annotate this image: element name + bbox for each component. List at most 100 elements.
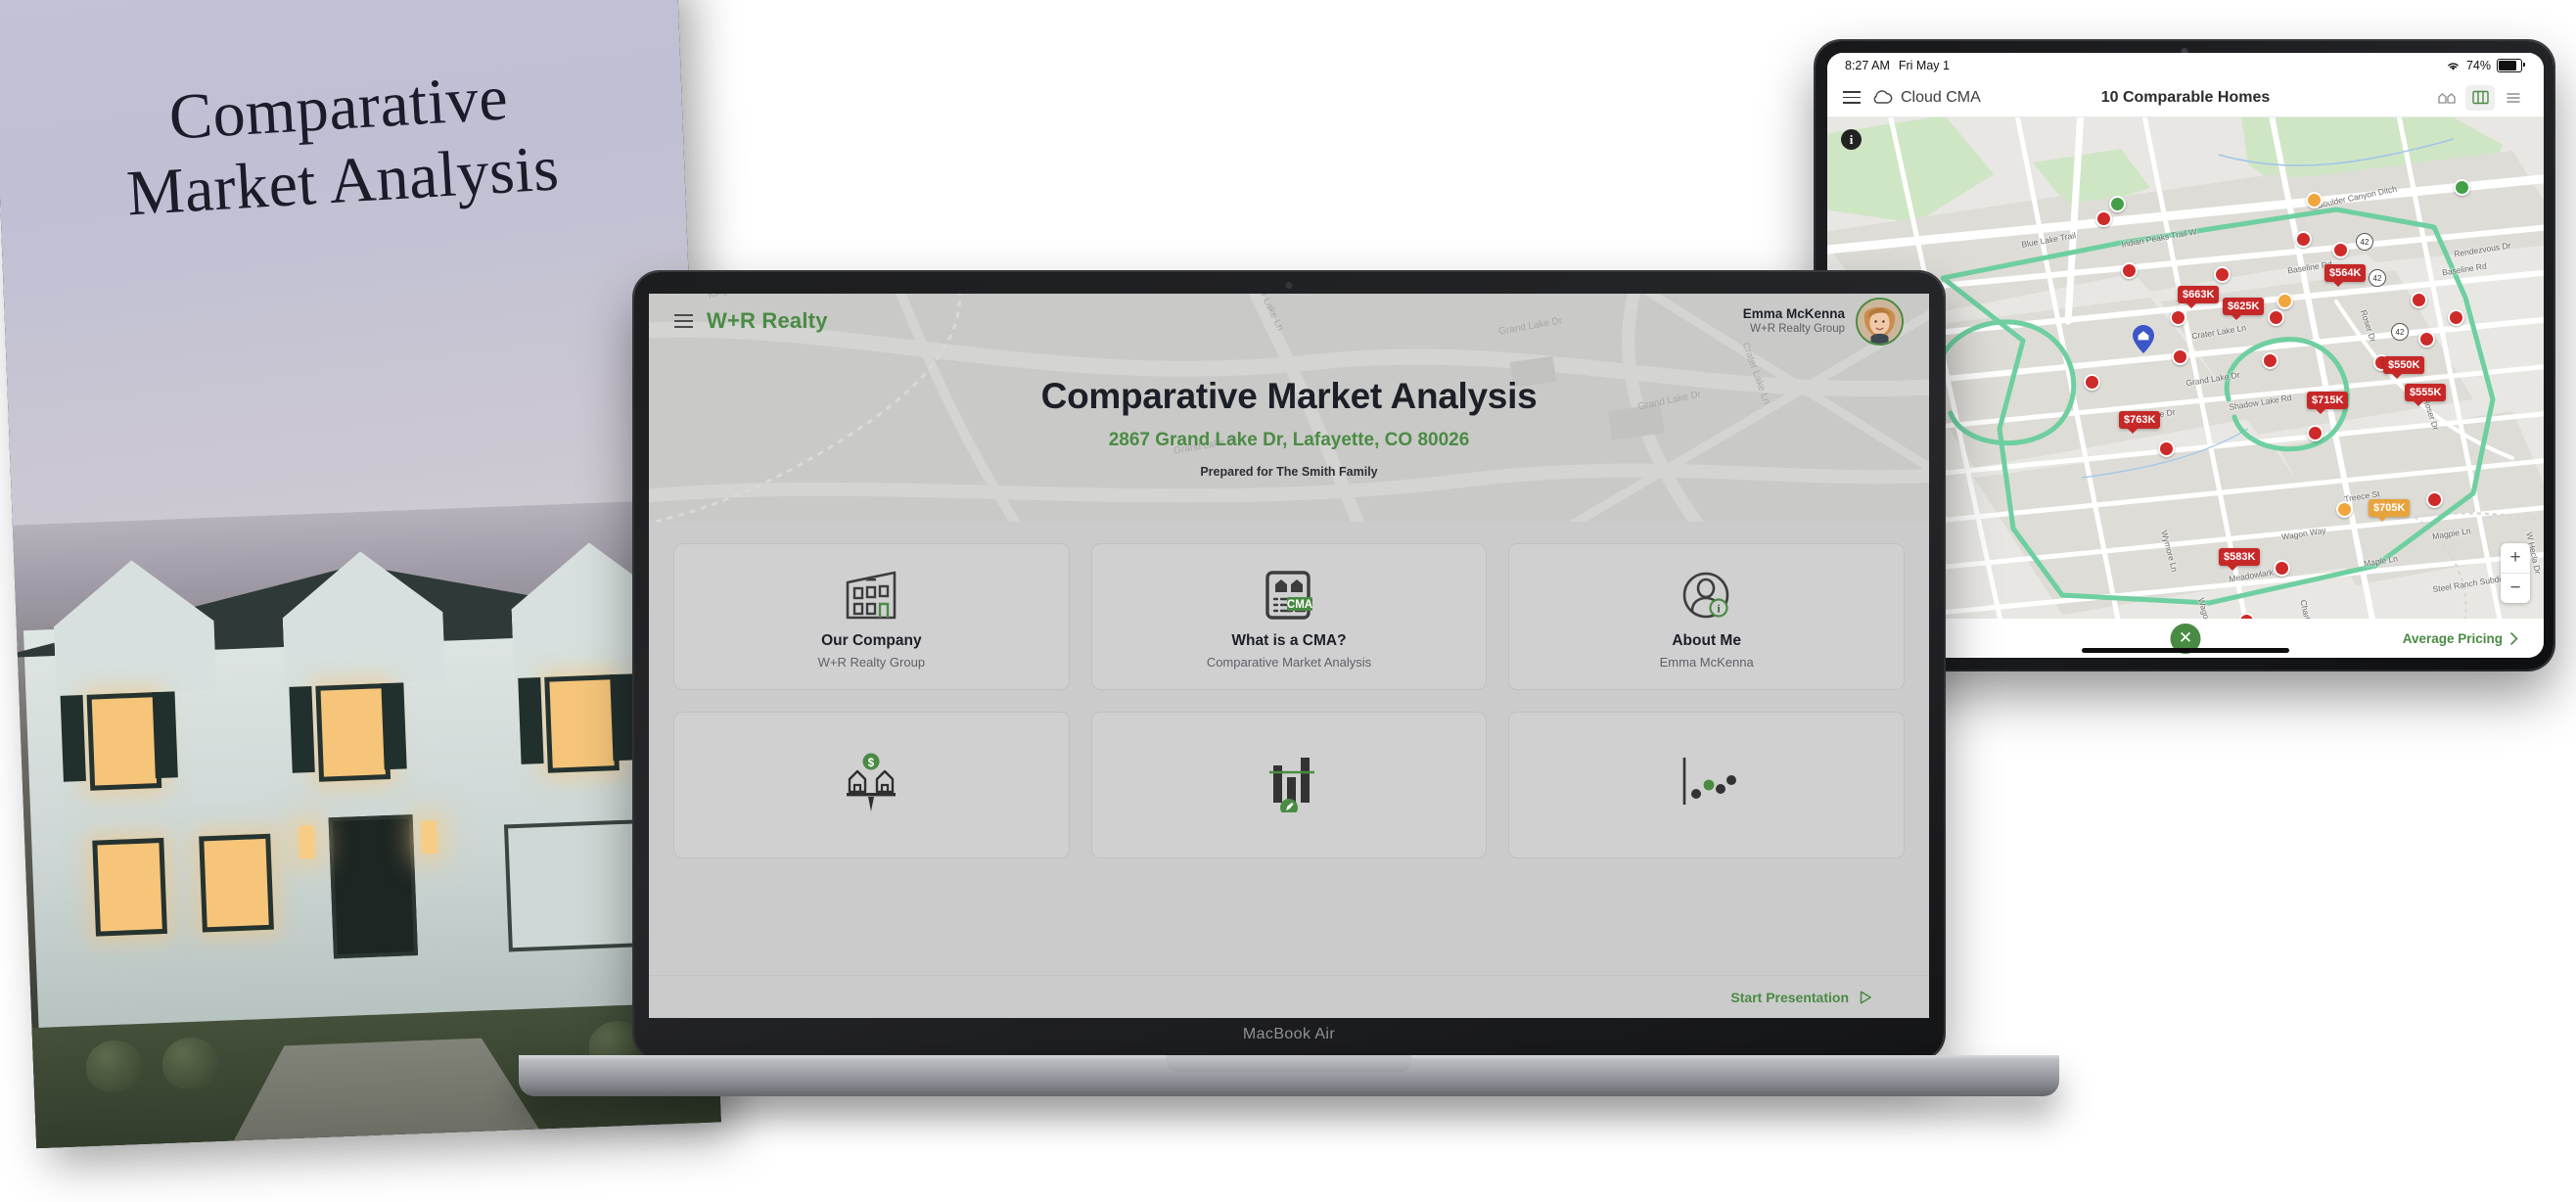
hamburger-menu-icon[interactable] xyxy=(1843,91,1861,104)
comp-marker[interactable] xyxy=(2448,309,2464,326)
status-time: 8:27 AM xyxy=(1845,59,1890,72)
window-shutter xyxy=(289,685,316,773)
zoom-out-button[interactable]: − xyxy=(2501,573,2530,603)
svg-text:CMA: CMA xyxy=(1287,599,1312,611)
cma-brochure-cover: Comparative Market Analysis xyxy=(0,0,721,1149)
highway-shield-icon: 42 xyxy=(2391,323,2409,341)
comp-marker-orange[interactable] xyxy=(2277,293,2293,309)
chevron-right-icon xyxy=(2510,631,2518,645)
laptop-screen: King St Crater Lake Ln Grand Lake Dr Gra… xyxy=(649,294,1929,1018)
comp-marker[interactable] xyxy=(2332,242,2349,258)
comp-marker[interactable] xyxy=(2295,231,2312,248)
app-hero-section: King St Crater Lake Ln Grand Lake Dr Gra… xyxy=(649,294,1929,522)
house-window xyxy=(86,691,161,791)
comp-marker[interactable] xyxy=(2268,309,2284,326)
window-shutter xyxy=(60,694,87,782)
zoom-in-button[interactable]: + xyxy=(2501,543,2530,573)
map-zoom-controls[interactable]: + − xyxy=(2501,543,2530,603)
card-pricing-scatter[interactable] xyxy=(1508,712,1905,858)
price-tag[interactable]: $555K xyxy=(2405,384,2447,406)
price-tag[interactable]: $763K xyxy=(2119,411,2161,434)
cloud-cma-brand-label: Cloud CMA xyxy=(1901,88,1981,106)
hero-text-block: Comparative Market Analysis 2867 Grand L… xyxy=(649,376,1929,479)
cma-web-app: King St Crater Lake Ln Grand Lake Dr Gra… xyxy=(649,294,1929,1018)
office-building-icon xyxy=(840,564,902,626)
comp-marker[interactable] xyxy=(2274,560,2290,577)
comp-marker[interactable] xyxy=(2158,440,2175,457)
section-card-grid: Our Company W+R Realty Group CMA What is… xyxy=(673,543,1905,858)
comp-marker[interactable] xyxy=(2172,348,2188,365)
card-title: About Me xyxy=(1672,632,1741,649)
card-subtitle: Emma McKenna xyxy=(1659,655,1754,670)
window-shutter xyxy=(518,676,544,764)
home-value-scale-icon: $ xyxy=(840,751,902,813)
window-shutter xyxy=(609,673,636,762)
price-tag[interactable]: $625K xyxy=(2223,298,2265,320)
laptop-model-label: MacBook Air xyxy=(1242,1026,1336,1042)
start-presentation-button[interactable]: Start Presentation xyxy=(1730,990,1872,1005)
battery-percent: 74% xyxy=(2465,59,2491,72)
cma-document-icon: CMA xyxy=(1260,564,1318,626)
card-title: What is a CMA? xyxy=(1231,632,1347,649)
comp-marker[interactable] xyxy=(2307,425,2323,441)
comp-marker[interactable] xyxy=(2109,196,2126,212)
info-circle-icon[interactable]: i xyxy=(1841,129,1862,150)
comp-marker[interactable] xyxy=(2214,266,2231,283)
subject-property-pin[interactable] xyxy=(2133,325,2154,353)
laptop-camera-icon xyxy=(1285,282,1293,289)
house-window xyxy=(92,837,167,937)
cloud-cma-brand[interactable]: Cloud CMA xyxy=(1872,89,1981,107)
comp-marker[interactable] xyxy=(2262,352,2278,369)
laptop-base xyxy=(519,1055,2059,1096)
hamburger-menu-icon[interactable] xyxy=(674,314,693,328)
card-what-is-a-cma[interactable]: CMA What is a CMA? Comparative Market An… xyxy=(1090,543,1488,690)
comp-marker[interactable] xyxy=(2121,262,2138,279)
porch-light xyxy=(420,820,437,855)
porch-light xyxy=(298,825,315,859)
brochure-house-photo xyxy=(0,496,721,1149)
front-door xyxy=(328,814,419,959)
price-tag[interactable]: $715K xyxy=(2307,392,2349,414)
price-tag[interactable]: $564K xyxy=(2324,264,2367,287)
price-tag[interactable]: $583K xyxy=(2219,548,2261,571)
comp-marker[interactable] xyxy=(2418,331,2435,347)
battery-icon xyxy=(2497,59,2525,72)
cloud-icon xyxy=(1873,89,1893,104)
page-title: Comparative Market Analysis xyxy=(1040,376,1538,416)
compare-homes-icon[interactable] xyxy=(2432,85,2461,111)
property-address: 2867 Grand Lake Dr, Lafayette, CO 80026 xyxy=(1108,430,1470,450)
comp-marker[interactable] xyxy=(2170,309,2186,326)
laptop-lid: King St Crater Lake Ln Grand Lake Dr Gra… xyxy=(634,272,1944,1059)
map-view-icon[interactable] xyxy=(2465,84,2495,111)
card-subtitle: W+R Realty Group xyxy=(817,655,926,670)
card-our-company[interactable]: Our Company W+R Realty Group xyxy=(673,543,1070,690)
comp-marker[interactable] xyxy=(2095,210,2112,227)
bar-chart-icon xyxy=(1258,751,1320,813)
card-home-value[interactable]: $ xyxy=(673,712,1070,858)
comp-marker[interactable] xyxy=(2454,179,2470,196)
card-market-charts[interactable] xyxy=(1090,712,1488,858)
tablet-status-bar: 8:27 AM Fri May 1 74% xyxy=(1827,53,2544,78)
app-footer: Start Presentation xyxy=(649,975,1929,1018)
agent-block: Emma McKenna W+R Realty Group xyxy=(1742,297,1904,346)
card-about-me[interactable]: i About Me Emma McKenna xyxy=(1508,543,1905,690)
list-view-icon[interactable] xyxy=(2499,85,2528,111)
comp-marker[interactable] xyxy=(2411,292,2427,308)
average-pricing-link[interactable]: Average Pricing xyxy=(2403,631,2518,646)
app-card-area: Our Company W+R Realty Group CMA What is… xyxy=(649,522,1929,975)
price-tag[interactable]: $550K xyxy=(2383,356,2425,379)
home-indicator[interactable] xyxy=(2082,648,2289,653)
agent-avatar[interactable] xyxy=(1856,297,1904,346)
shrub xyxy=(84,1040,144,1093)
comp-marker-orange[interactable] xyxy=(2306,192,2323,208)
play-triangle-icon xyxy=(1860,990,1871,1004)
house-window xyxy=(315,682,391,782)
comp-marker-orange[interactable] xyxy=(2336,501,2353,518)
scatter-plot-icon xyxy=(1676,751,1738,813)
agent-name: Emma McKenna xyxy=(1742,305,1845,321)
comp-marker[interactable] xyxy=(2426,491,2443,508)
comp-marker[interactable] xyxy=(2084,374,2100,391)
price-tag[interactable]: $663K xyxy=(2178,286,2220,308)
price-tag[interactable]: $705K xyxy=(2369,499,2411,522)
brand-logo[interactable]: W+R Realty xyxy=(707,308,828,334)
